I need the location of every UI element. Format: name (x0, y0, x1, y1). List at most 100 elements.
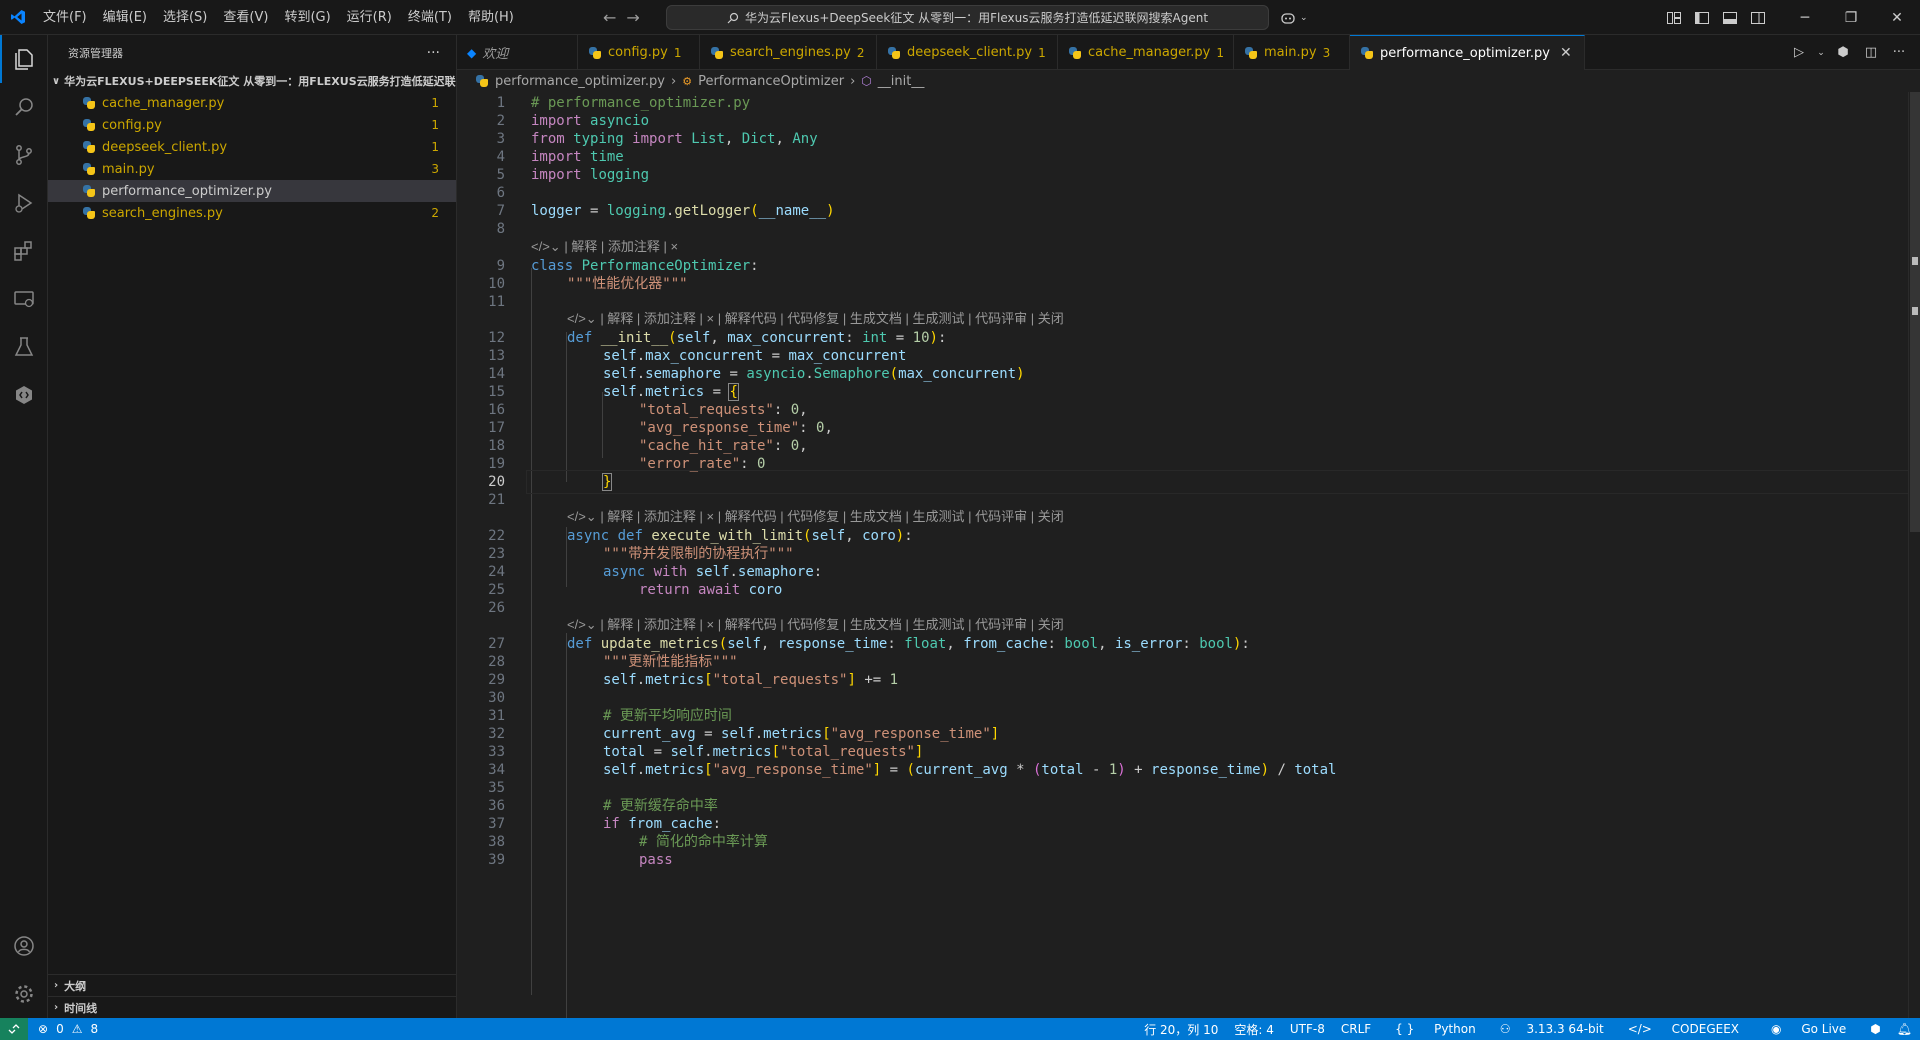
tab-deepseek-client[interactable]: deepseek_client.py 1 (877, 35, 1058, 70)
file-item-cache-manager[interactable]: cache_manager.py 1 (48, 92, 456, 114)
tab-label: performance_optimizer.py (1380, 45, 1550, 61)
remote-explorer-icon[interactable] (0, 275, 48, 323)
more-actions-icon[interactable]: ··· (427, 45, 440, 61)
python-file-icon (1360, 46, 1374, 60)
tab-problem-count: 2 (856, 45, 865, 60)
editor-scrollbar[interactable] (1908, 92, 1920, 1018)
run-debug-icon[interactable] (0, 179, 48, 227)
chevron-right-icon: › (671, 73, 677, 89)
tab-problem-count: 1 (1216, 45, 1224, 60)
testing-icon[interactable] (0, 323, 48, 371)
minimize-icon[interactable]: ─ (1782, 0, 1828, 35)
search-text: 华为云Flexus+DeepSeek征文 从零到一：用Flexus云服务打造低延… (744, 11, 1209, 25)
file-item-search-engines[interactable]: search_engines.py 2 (48, 202, 456, 224)
search-icon[interactable] (0, 83, 48, 131)
file-item-main[interactable]: main.py 3 (48, 158, 456, 180)
menu-view[interactable]: 查看(V) (215, 0, 276, 35)
settings-gear-icon[interactable] (0, 970, 48, 1018)
restore-icon[interactable]: ❐ (1828, 0, 1874, 35)
menu-run[interactable]: 运行(R) (339, 0, 400, 35)
split-editor-icon[interactable]: ◫ (1860, 45, 1882, 60)
tab-welcome[interactable]: ◆ 欢迎 (457, 35, 578, 70)
workspace-folder[interactable]: ∨ 华为云FLEXUS+DEEPSEEK征文 从零到一：用FLEXUS云服务打造… (48, 70, 456, 92)
outline-section[interactable]: › 大纲 (48, 974, 457, 996)
breadcrumb: performance_optimizer.py › ⚙ Performance… (457, 70, 1920, 92)
go-live-button[interactable]: ◉ Go Live (1755, 1022, 1862, 1036)
encoding[interactable]: UTF-8 (1282, 1022, 1333, 1036)
codelens-actions[interactable]: </>⌄ | 解释 | 添加注释 | × | 解释代码 | 代码修复 | 生成文… (567, 507, 1064, 527)
scroll-marker (1912, 307, 1918, 315)
tab-label: cache_manager.py (1088, 45, 1211, 60)
account-icon[interactable] (0, 922, 48, 970)
notifications-bell-icon[interactable]: 🔔︎ (1889, 1022, 1920, 1036)
codegeex-status[interactable]: </> CODEGEEX (1612, 1022, 1755, 1036)
indentation[interactable]: 空格: 4 (1226, 1021, 1282, 1038)
toggle-primary-sidebar-icon[interactable] (1688, 0, 1716, 35)
cursor-position[interactable]: 行 20，列 10 (1136, 1021, 1226, 1038)
outline-label: 大纲 (64, 979, 87, 993)
chevron-down-icon: ∨ (52, 75, 61, 87)
more-actions-icon[interactable]: ··· (1888, 45, 1910, 60)
menu-selection[interactable]: 选择(S) (155, 0, 215, 35)
python-file-icon (82, 206, 96, 220)
problems-indicator[interactable]: ⊗ 0 ⚠ 8 (28, 1022, 98, 1036)
source-control-icon[interactable] (0, 131, 48, 179)
file-item-deepseek-client[interactable]: deepseek_client.py 1 (48, 136, 456, 158)
problem-count: 1 (431, 140, 439, 154)
toggle-panel-icon[interactable] (1716, 0, 1744, 35)
menu-help[interactable]: 帮助(H) (460, 0, 522, 35)
command-center-search[interactable]: 华为云Flexus+DeepSeek征文 从零到一：用Flexus云服务打造低延… (666, 5, 1269, 30)
run-python-icon[interactable]: ▷ (1788, 45, 1810, 60)
forward-arrow-icon[interactable]: → (626, 8, 639, 27)
file-item-performance-optimizer[interactable]: performance_optimizer.py (48, 180, 456, 202)
back-arrow-icon[interactable]: ← (603, 8, 616, 27)
codegeex-icon[interactable] (0, 371, 48, 419)
codelens-icon: </>⌄ (567, 311, 601, 326)
tab-problem-count: 1 (1038, 45, 1046, 60)
tab-performance-optimizer[interactable]: performance_optimizer.py ✕ (1350, 35, 1585, 70)
breadcrumb-method[interactable]: __init__ (878, 74, 925, 89)
tab-cache-manager[interactable]: cache_manager.py 1 (1058, 35, 1234, 70)
tab-label: main.py (1264, 45, 1317, 60)
file-name: main.py (102, 161, 155, 177)
python-interpreter[interactable]: 3.13.3 64-bit (1518, 1022, 1611, 1036)
codegeex-hex-icon[interactable]: ⬢ (1862, 1022, 1888, 1036)
menu-go[interactable]: 转到(G) (276, 0, 338, 35)
explorer-title: 资源管理器 (68, 46, 123, 60)
tab-main[interactable]: main.py 3 (1234, 35, 1350, 70)
vscode-logo-icon: ◆ (467, 45, 477, 60)
language-mode[interactable]: { } Python (1379, 1022, 1492, 1036)
method-symbol-icon: ⬡ (861, 74, 872, 88)
tab-search-engines[interactable]: search_engines.py 2 (700, 35, 877, 70)
python-file-icon (82, 184, 96, 198)
tab-config[interactable]: config.py 1 (578, 35, 700, 70)
codelens-actions[interactable]: </>⌄ | 解释 | 添加注释 | × (531, 237, 678, 257)
copilot-status-icon[interactable]: ⚇ (1492, 1022, 1519, 1036)
file-item-config[interactable]: config.py 1 (48, 114, 456, 136)
toggle-secondary-sidebar-icon[interactable] (1744, 0, 1772, 35)
customize-layout-icon[interactable] (1660, 0, 1688, 35)
menu-file[interactable]: 文件(F) (35, 0, 95, 35)
breadcrumb-file[interactable]: performance_optimizer.py (495, 74, 665, 89)
breadcrumb-class[interactable]: PerformanceOptimizer (698, 74, 844, 89)
explorer-icon[interactable] (0, 35, 48, 83)
tab-problem-count: 1 (673, 45, 682, 60)
editor-tabs: ◆ 欢迎 config.py 1 search_engines.py 2 dee… (457, 35, 1920, 70)
menu-terminal[interactable]: 终端(T) (400, 0, 460, 35)
copilot-button[interactable]: ⌄ (1280, 0, 1308, 35)
chevron-down-icon[interactable]: ⌄ (1816, 48, 1826, 58)
codelens-actions[interactable]: </>⌄ | 解释 | 添加注释 | × | 解释代码 | 代码修复 | 生成文… (567, 615, 1064, 635)
menu-edit[interactable]: 编辑(E) (95, 0, 155, 35)
close-icon[interactable]: ✕ (1874, 0, 1920, 35)
code-editor[interactable]: 1 # performance_optimizer.py 2 import asyn… (457, 92, 1908, 1018)
extensions-icon[interactable] (0, 227, 48, 275)
codelens-actions[interactable]: </>⌄ | 解释 | 添加注释 | × | 解释代码 | 代码修复 | 生成文… (567, 309, 1064, 329)
search-icon (727, 12, 739, 23)
end-of-line[interactable]: CRLF (1333, 1022, 1379, 1036)
codegeex-action-icon[interactable]: ⬢ (1832, 45, 1854, 60)
tab-label: 欢迎 (482, 47, 509, 62)
timeline-section[interactable]: › 时间线 (48, 996, 457, 1018)
python-file-icon (1068, 46, 1082, 60)
remote-indicator-icon[interactable] (0, 1018, 28, 1040)
close-tab-icon[interactable]: ✕ (1560, 45, 1572, 61)
